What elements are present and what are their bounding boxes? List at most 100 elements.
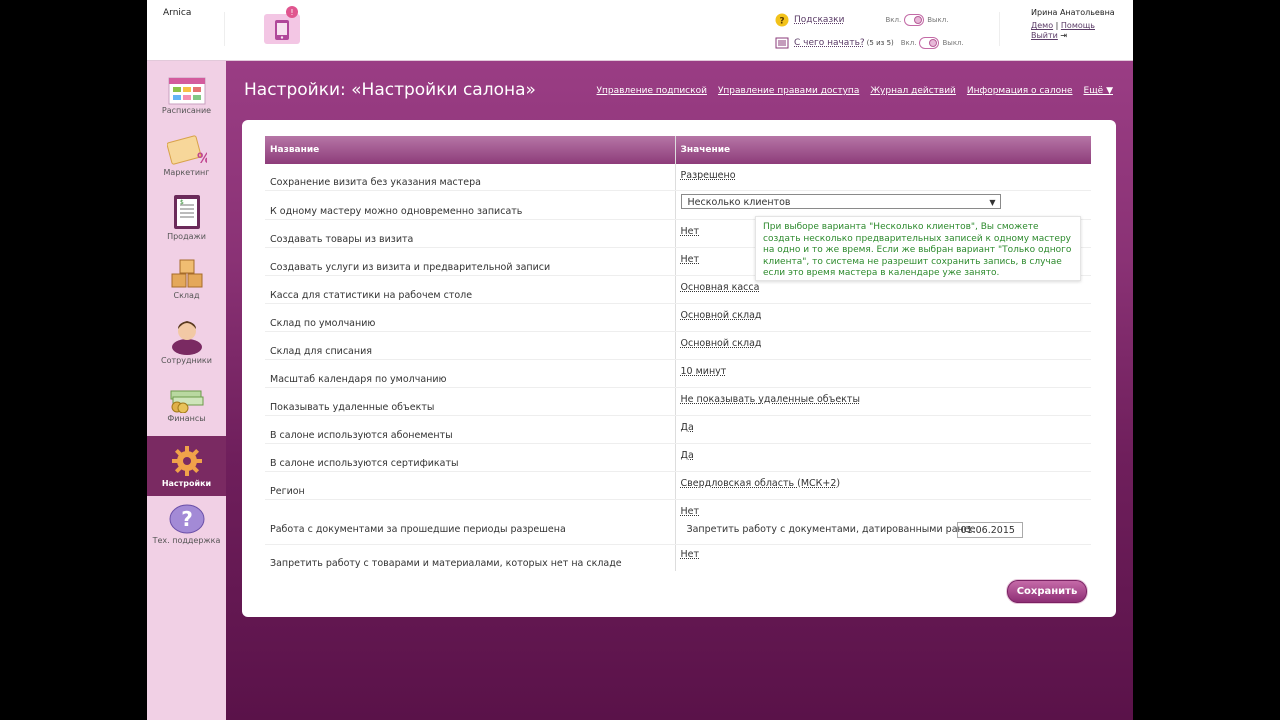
demo-link[interactable]: Демо: [1031, 21, 1053, 30]
sidebar-item-label: Сотрудники: [161, 356, 212, 365]
setting-value[interactable]: 10 минут: [681, 366, 727, 377]
sidebar-item-label: Маркетинг: [163, 168, 210, 177]
sidebar-item-schedule[interactable]: Расписание: [147, 75, 226, 121]
sidebar: Расписание % Маркетинг $ Продажи: [147, 61, 226, 720]
table-row: В салоне используются сертификаты Да: [265, 444, 1091, 472]
sidebar-item-warehouse[interactable]: Склад: [147, 254, 226, 304]
main-area: Настройки: «Настройки салона» Управление…: [226, 61, 1133, 720]
svg-text:?: ?: [181, 507, 193, 531]
table-row: Масштаб календаря по умолчанию 10 минут: [265, 360, 1091, 388]
svg-text:?: ?: [779, 17, 784, 27]
hint-tooltip: При выборе варианта "Несколько клиентов"…: [755, 216, 1081, 281]
setting-name: Сохранение визита без указания мастера: [270, 177, 481, 188]
restriction-date-input[interactable]: 01.06.2015: [956, 522, 1023, 538]
setting-value[interactable]: Да: [681, 422, 694, 433]
toggle-on-label: Вкл.: [900, 39, 917, 47]
header-divider: [224, 12, 225, 46]
sidebar-item-label: Финансы: [167, 414, 206, 423]
table-row: Сохранение визита без указания мастера Р…: [265, 164, 1091, 191]
sidebar-item-label: Настройки: [161, 479, 212, 488]
link-more[interactable]: Ещё ▼: [1084, 86, 1113, 96]
sidebar-item-support[interactable]: ? Тех. поддержка: [147, 503, 226, 553]
table-row: Работа с документами за прошедшие период…: [265, 500, 1091, 545]
getting-started-link[interactable]: С чего начать?: [794, 38, 865, 48]
setting-value[interactable]: Основной склад: [681, 338, 762, 349]
toggle-off-label: Выкл.: [942, 39, 964, 47]
money-icon: [170, 390, 203, 413]
column-header-value: Значение: [680, 145, 731, 155]
user-name: Ирина Анатольевна: [1031, 8, 1115, 17]
table-header: Название Значение: [265, 136, 1091, 164]
logout-icon: ⇥: [1060, 31, 1068, 40]
toggle-off-label: Выкл.: [927, 16, 949, 24]
table-row: Склад для списания Основной склад: [265, 332, 1091, 360]
setting-value[interactable]: Нет: [681, 506, 700, 517]
svg-text:!: !: [290, 8, 293, 17]
setting-name: Запретить работу с товарами и материалам…: [270, 558, 622, 569]
calendar-icon: [168, 77, 205, 105]
sidebar-item-staff[interactable]: Сотрудники: [147, 317, 226, 369]
top-header: Arnica ! ? Подсказки Вкл. Выкл. С чего н…: [147, 0, 1133, 61]
hints-link[interactable]: Подсказки: [794, 15, 844, 25]
hints-row: ? Подсказки Вкл. Выкл.: [775, 12, 951, 28]
question-icon: ?: [169, 504, 204, 534]
sidebar-item-label: Продажи: [167, 232, 206, 241]
link-action-log[interactable]: Журнал действий: [870, 86, 956, 96]
setting-name: Масштаб календаря по умолчанию: [270, 374, 447, 385]
sidebar-item-marketing[interactable]: % Маркетинг: [147, 133, 226, 181]
sidebar-item-settings[interactable]: Настройки: [147, 436, 226, 496]
table-row: В салоне используются абонементы Да: [265, 416, 1091, 444]
table-row: Склад по умолчанию Основной склад: [265, 304, 1091, 332]
person-icon: [171, 321, 202, 355]
setting-value[interactable]: Да: [681, 450, 694, 461]
setting-value[interactable]: Не показывать удаленные объекты: [681, 394, 860, 405]
logout-link[interactable]: Выйти: [1031, 31, 1058, 40]
svg-text:%: %: [197, 151, 207, 167]
user-block: Ирина Анатольевна Демо | Помощь Выйти ⇥: [1031, 8, 1115, 41]
hints-toggle[interactable]: [904, 14, 925, 26]
link-separator: |: [1055, 21, 1059, 30]
sidebar-item-label: Склад: [173, 291, 200, 300]
sidebar-item-finance[interactable]: Финансы: [147, 383, 226, 429]
receipt-icon: $: [173, 195, 200, 229]
setting-name: Склад по умолчанию: [270, 318, 376, 329]
clients-per-master-select[interactable]: Несколько клиентов ▼: [680, 194, 1001, 209]
setting-name: Показывать удаленные объекты: [270, 402, 435, 413]
getting-started-toggle[interactable]: [919, 37, 940, 49]
setting-value[interactable]: Свердловская область (МСК+2): [681, 478, 841, 489]
toggle-on-label: Вкл.: [885, 16, 902, 24]
select-value: Несколько клиентов: [687, 197, 791, 208]
sidebar-item-label: Тех. поддержка: [152, 536, 221, 545]
setting-value[interactable]: Нет: [681, 254, 700, 265]
link-subscription[interactable]: Управление подпиской: [597, 86, 707, 96]
setting-name: Создавать услуги из визита и предварител…: [270, 262, 551, 273]
setting-name: Касса для статистики на рабочем столе: [270, 290, 473, 301]
getting-started-row: С чего начать? (5 из 5) Вкл. Выкл.: [775, 35, 967, 51]
save-button[interactable]: Сохранить: [1007, 580, 1087, 603]
setting-name: Работа с документами за прошедшие период…: [270, 524, 566, 535]
question-circle-icon: ?: [775, 13, 789, 27]
setting-value[interactable]: Основной склад: [681, 310, 762, 321]
help-link[interactable]: Помощь: [1061, 21, 1095, 30]
link-access-rights[interactable]: Управление правами доступа: [718, 86, 859, 96]
setting-value[interactable]: Нет: [681, 549, 700, 560]
table-row: Показывать удаленные объекты Не показыва…: [265, 388, 1091, 416]
link-salon-info[interactable]: Информация о салоне: [967, 86, 1073, 96]
gear-icon: [171, 446, 202, 476]
setting-name: Регион: [270, 486, 305, 497]
top-links: Управление подпиской Управление правами …: [597, 86, 1113, 96]
setting-name: Склад для списания: [270, 346, 372, 357]
setting-value[interactable]: Нет: [681, 226, 700, 237]
setting-value[interactable]: Разрешено: [681, 170, 736, 181]
coupon-icon: %: [166, 135, 207, 167]
svg-text:$: $: [180, 199, 184, 206]
setting-name: Создавать товары из визита: [270, 234, 414, 245]
app-window: Arnica ! ? Подсказки Вкл. Выкл. С чего н…: [147, 0, 1133, 720]
header-divider: [999, 12, 1000, 46]
settings-table: Название Значение Сохранение визита без …: [265, 136, 1091, 571]
sidebar-item-sales[interactable]: $ Продажи: [147, 193, 226, 243]
mobile-app-icon[interactable]: !: [261, 4, 303, 46]
getting-started-count: (5 из 5): [866, 39, 894, 47]
setting-name: В салоне используются абонементы: [270, 430, 453, 441]
setting-value[interactable]: Основная касса: [681, 282, 760, 293]
